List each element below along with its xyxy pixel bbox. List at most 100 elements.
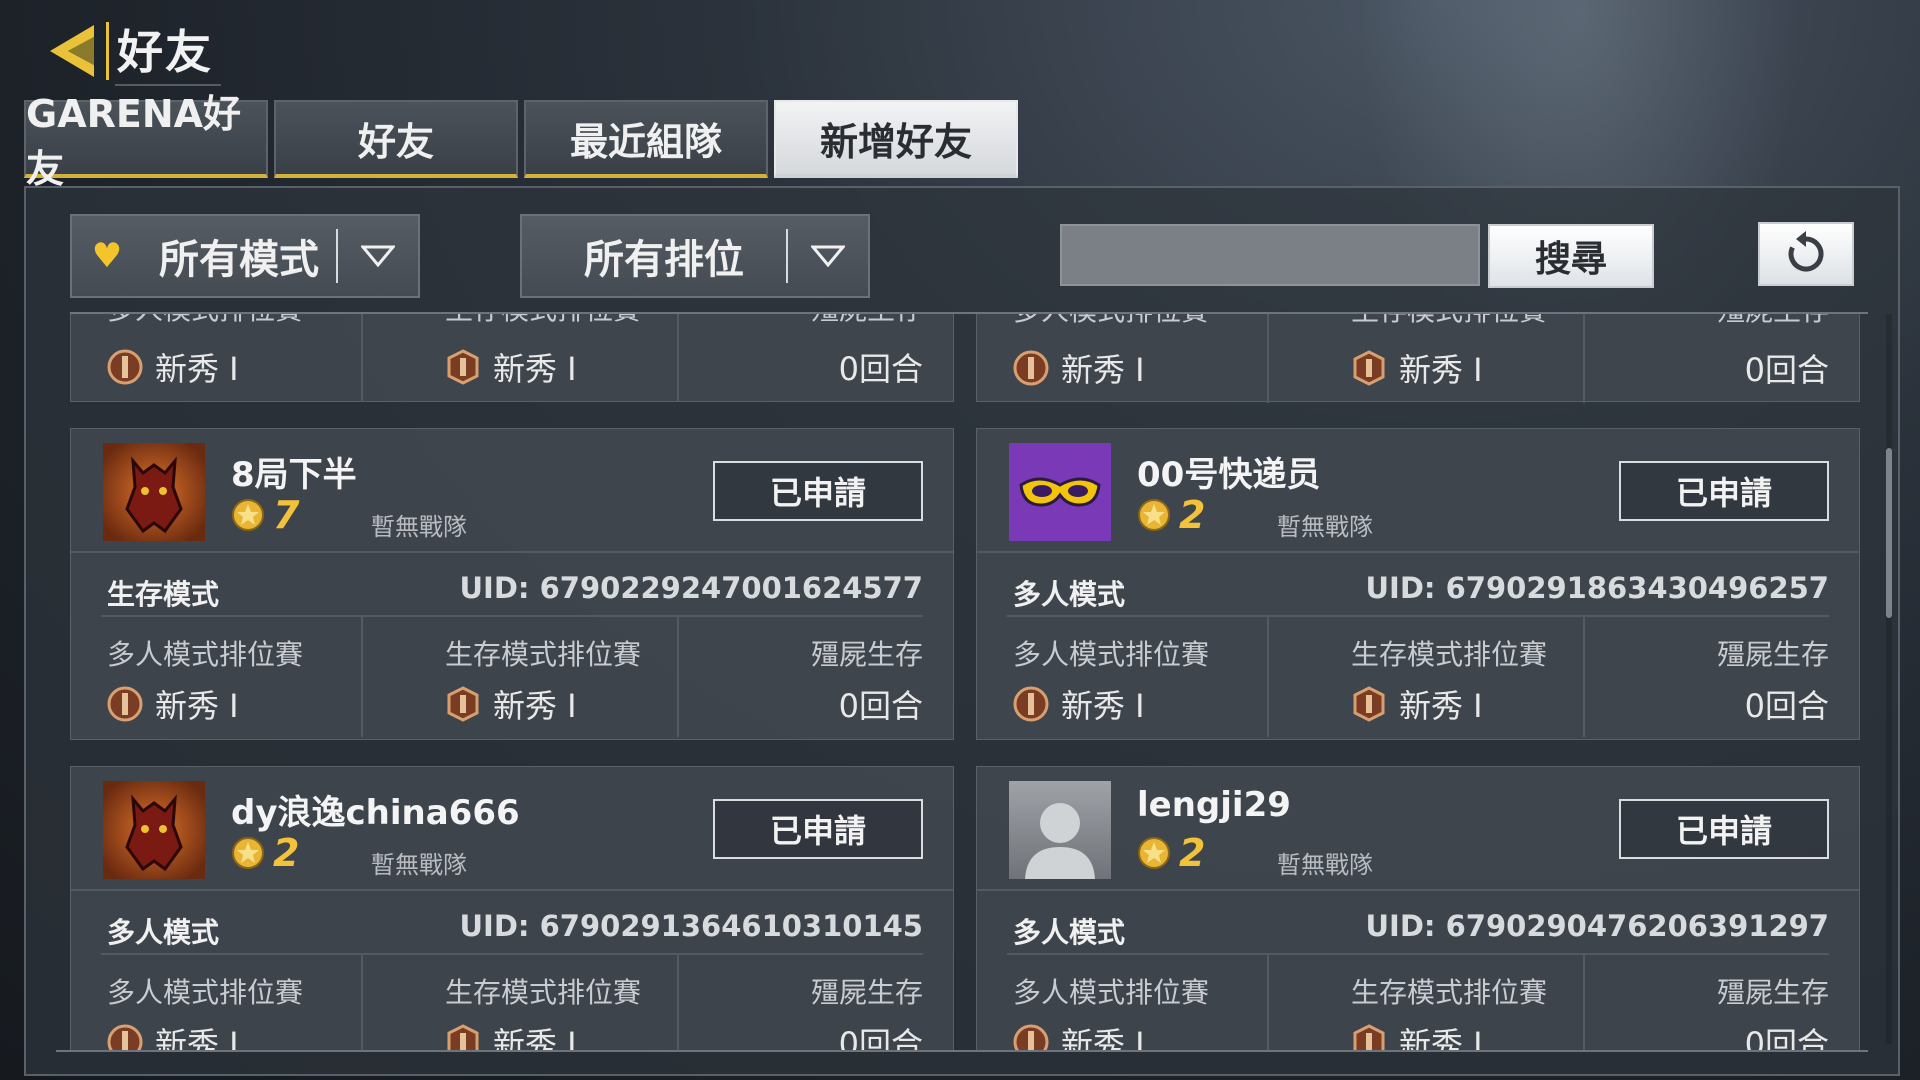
stat-title: 殭屍生存 <box>1716 976 1829 1009</box>
tab-friends[interactable]: 好友 <box>274 100 518 178</box>
stat-value: 0回合 <box>1744 1025 1829 1050</box>
rank-shield-icon <box>447 349 479 385</box>
rank-shield-icon <box>447 1024 479 1050</box>
applied-button[interactable]: 已申請 <box>713 799 923 859</box>
mode-dropdown[interactable]: ♥ 所有模式 <box>70 214 420 298</box>
stat-title: 生存模式排位賽 <box>445 976 642 1009</box>
stat-title: 生存模式排位賽 <box>1351 314 1547 329</box>
rank-text: 新秀 I <box>493 1025 577 1050</box>
player-level: 2 <box>231 831 299 875</box>
rank-text: 新秀 I <box>1061 351 1145 389</box>
player-level: 2 <box>1137 493 1205 537</box>
rank-text: 新秀 I <box>493 350 577 388</box>
level-number: 7 <box>273 493 300 537</box>
tab-recent-team[interactable]: 最近組隊 <box>524 100 768 178</box>
stat-value: 0回合 <box>838 1025 923 1050</box>
stat-value: 新秀 I <box>445 344 577 390</box>
team-status: 暫無戰隊 <box>371 851 467 879</box>
stat-value: 0回合 <box>1744 351 1829 389</box>
rank-text: 新秀 I <box>1399 1025 1483 1050</box>
stat-title: 多人模式排位賽 <box>1013 314 1209 329</box>
search-input[interactable] <box>1060 224 1480 286</box>
stat-value: 新秀 I <box>107 344 239 390</box>
player-uid: UID: 6790229247001624577 <box>459 571 924 605</box>
player-card: 00号快递员 2 暫無戰隊 已申請 多人模式 UID: 679029186343… <box>976 428 1860 740</box>
mask-avatar[interactable] <box>1009 443 1111 541</box>
header: 好友 <box>40 16 221 86</box>
rank-shield-icon <box>1353 350 1385 386</box>
default-avatar[interactable] <box>1009 781 1111 879</box>
player-level: 7 <box>231 493 299 537</box>
search-button[interactable]: 搜尋 <box>1488 224 1654 288</box>
rank-text: 新秀 I <box>1061 1025 1145 1050</box>
stat-title: 生存模式排位賽 <box>445 314 641 328</box>
stat-title: 多人模式排位賽 <box>107 638 304 671</box>
level-number: 2 <box>1179 493 1206 537</box>
rank-shield-icon <box>1353 686 1385 722</box>
rank-shield-icon <box>447 686 479 722</box>
rank-dropdown[interactable]: 所有排位 <box>520 214 870 298</box>
demon-avatar[interactable] <box>103 781 205 879</box>
player-card-partial: 多人模式排位賽 新秀 I 生存模式排位賽 新秀 I 殭屍生存 0回合 <box>70 314 954 402</box>
stat-value: 新秀 I <box>1351 681 1483 727</box>
team-status: 暫無戰隊 <box>1277 513 1373 541</box>
applied-button[interactable]: 已申請 <box>1619 799 1829 859</box>
applied-button[interactable]: 已申請 <box>1619 461 1829 521</box>
player-name: dy浪逸china666 <box>231 793 520 833</box>
main-panel: ♥ 所有模式 所有排位 搜尋 新秀 I 新秀 I 0回合 新秀 I 新秀 I 0… <box>24 186 1900 1076</box>
back-button[interactable] <box>40 18 104 84</box>
demon-avatar[interactable] <box>103 443 205 541</box>
stat-title: 殭屍生存 <box>811 314 923 328</box>
stat-title: 多人模式排位賽 <box>107 976 304 1009</box>
tab-garena-friends[interactable]: GARENA好友 <box>24 92 268 191</box>
chevron-down-icon <box>338 245 418 267</box>
stat-value: 新秀 I <box>107 1019 239 1050</box>
rank-text: 新秀 I <box>1399 687 1483 725</box>
stat-title: 多人模式排位賽 <box>1013 638 1210 671</box>
stat-title: 殭屍生存 <box>1717 314 1829 329</box>
player-uid: UID: 6790291863430496257 <box>1365 571 1830 605</box>
refresh-icon <box>1788 231 1824 272</box>
tab-bar: GARENA好友 好友 最近組隊 新增好友 <box>24 92 1018 191</box>
stat-title: 生存模式排位賽 <box>1351 976 1548 1009</box>
player-uid: UID: 6790290476206391297 <box>1365 909 1830 943</box>
scrollbar[interactable] <box>1886 448 1892 618</box>
tab-add-friend[interactable]: 新增好友 <box>774 100 1018 178</box>
rank-dropdown-label: 所有排位 <box>584 237 744 283</box>
stat-value: 新秀 I <box>1351 345 1483 391</box>
page-title: 好友 <box>115 16 221 86</box>
preferred-mode: 多人模式 <box>1013 916 1126 949</box>
rank-text: 新秀 I <box>1399 351 1483 389</box>
stat-value: 新秀 I <box>1013 681 1145 727</box>
stat-value: 0回合 <box>838 687 923 725</box>
rank-badge-icon <box>1013 686 1049 722</box>
rank-badge-icon <box>1013 1024 1049 1050</box>
stat-value: 新秀 I <box>1013 1019 1145 1050</box>
stat-title: 生存模式排位賽 <box>1351 638 1548 671</box>
rank-text: 新秀 I <box>155 350 239 388</box>
rank-shield-icon <box>1353 1024 1385 1050</box>
header-divider <box>106 22 109 80</box>
stat-value: 新秀 I <box>445 681 577 727</box>
level-star-icon <box>1138 837 1170 869</box>
player-name: 00号快递员 <box>1137 455 1321 495</box>
rank-text: 新秀 I <box>155 687 239 725</box>
stat-value: 0回合 <box>838 350 923 388</box>
stat-title: 殭屍生存 <box>1716 638 1829 671</box>
level-star-icon <box>1138 499 1170 531</box>
rank-text: 新秀 I <box>155 1025 239 1050</box>
preferred-mode: 生存模式 <box>107 578 220 611</box>
list-divider-bottom <box>56 1050 1868 1052</box>
stat-value: 新秀 I <box>107 681 239 727</box>
refresh-button[interactable] <box>1758 222 1854 286</box>
rank-badge-icon <box>107 1024 143 1050</box>
player-level: 2 <box>1137 831 1205 875</box>
player-uid: UID: 6790291364610310145 <box>459 909 924 943</box>
filter-bar: ♥ 所有模式 所有排位 搜尋 <box>70 214 1854 300</box>
friend-suggestion-list: 多人模式排位賽 新秀 I 生存模式排位賽 新秀 I 殭屍生存 0回合 <box>70 314 1870 1050</box>
rank-text: 新秀 I <box>493 687 577 725</box>
rank-badge-icon <box>107 349 143 385</box>
stat-value: 新秀 I <box>1351 1019 1483 1050</box>
applied-button[interactable]: 已申請 <box>713 461 923 521</box>
rank-badge-icon <box>107 686 143 722</box>
